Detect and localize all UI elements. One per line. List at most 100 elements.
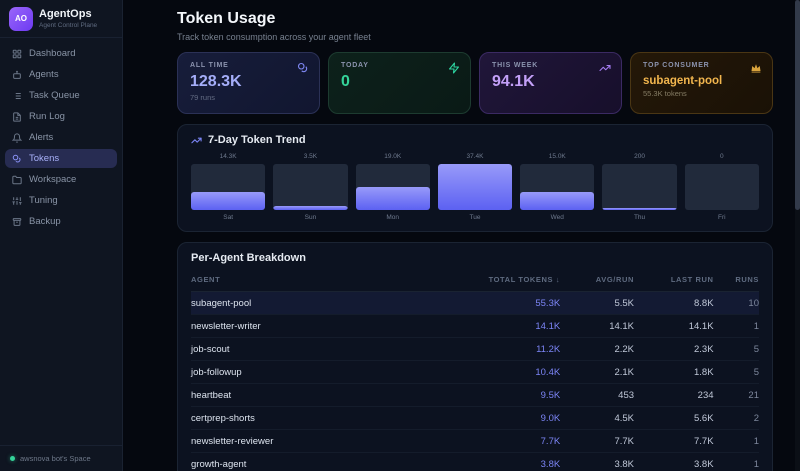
sidebar-item-task-queue[interactable]: Task Queue	[5, 86, 117, 105]
sidebar-item-label: Run Log	[29, 111, 65, 122]
chart-column[interactable]: 37.4K Tue	[437, 153, 513, 221]
sidebar-item-run-log[interactable]: Run Log	[5, 107, 117, 126]
online-status-dot	[10, 456, 15, 461]
avg-per-run: 2.2K	[560, 337, 635, 361]
table-row[interactable]: heartbeat 9.5K 453 234 21	[191, 383, 759, 407]
runs-count: 2	[713, 406, 759, 430]
agent-table: AGENT TOTAL TOKENS ↓ AVG/RUN LAST RUN RU…	[191, 271, 759, 471]
sidebar-nav: Dashboard Agents Task Queue Run Log Aler…	[0, 38, 122, 239]
scrollbar-thumb[interactable]	[795, 0, 800, 210]
runs-count: 21	[713, 383, 759, 407]
list-icon	[13, 92, 21, 99]
stat-sub: 55.3K tokens	[643, 89, 687, 98]
bar-day-label: Wed	[550, 214, 564, 221]
bar	[355, 186, 430, 210]
sidebar-item-agents[interactable]: Agents	[5, 65, 117, 84]
sidebar-item-label: Alerts	[29, 132, 54, 143]
bar-day-label: Mon	[386, 214, 400, 221]
last-run: 234	[634, 383, 714, 407]
chart-column[interactable]: 200 Thu	[602, 153, 677, 221]
bot-icon	[13, 70, 21, 79]
bar	[602, 208, 677, 210]
avg-per-run: 4.5K	[560, 406, 635, 430]
bar-day-label: Fri	[718, 214, 726, 221]
agent-name: job-followup	[191, 360, 464, 384]
table-header-row: AGENT TOTAL TOKENS ↓ AVG/RUN LAST RUN RU…	[191, 271, 759, 292]
page-title: Token Usage	[177, 10, 276, 27]
sidebar-item-label: Task Queue	[29, 90, 80, 101]
col-header-total-tokens[interactable]: TOTAL TOKENS ↓	[463, 271, 561, 292]
chart-column[interactable]: 19.0K Mon	[355, 153, 430, 221]
bar	[273, 205, 348, 210]
sidebar-item-dashboard[interactable]: Dashboard	[5, 44, 117, 63]
agent-name: job-scout	[191, 337, 464, 361]
stat-card-top-consumer[interactable]: TOP CONSUMER subagent-pool 55.3K tokens	[630, 52, 773, 114]
app-logo: AO	[9, 6, 33, 31]
table-row[interactable]: certprep-shorts 9.0K 4.5K 5.6K 2	[191, 406, 759, 430]
sidebar-footer: awsnova bot's Space	[0, 445, 122, 471]
bar-value-label: 14.3K	[219, 153, 237, 160]
avg-per-run: 7.7K	[560, 429, 635, 453]
sidebar-item-tokens[interactable]: Tokens	[5, 149, 117, 168]
bar-value-label: 15.0K	[548, 153, 566, 160]
chart-column[interactable]: 0 Fri	[684, 153, 759, 221]
last-run: 3.8K	[634, 452, 714, 471]
chart-column[interactable]: 15.0K Wed	[520, 153, 595, 221]
chart-column[interactable]: 3.5K Sun	[273, 153, 348, 221]
bar-track	[684, 164, 759, 210]
agent-name: certprep-shorts	[191, 406, 464, 430]
last-run: 7.7K	[634, 429, 714, 453]
total-tokens: 9.0K	[463, 406, 561, 430]
agent-name: subagent-pool	[191, 291, 464, 315]
stat-card-today[interactable]: TODAY 0	[328, 52, 471, 114]
agent-name: growth-agent	[191, 452, 464, 471]
sidebar: AO AgentOps Agent Control Plane Dashboar…	[0, 0, 123, 471]
chart-column[interactable]: 14.3K Sat	[191, 153, 266, 221]
total-tokens: 55.3K	[463, 291, 561, 315]
zap-icon	[448, 62, 460, 74]
sidebar-item-workspace[interactable]: Workspace	[5, 170, 117, 189]
dashboard-grid-icon	[12, 49, 22, 58]
page-scrollbar[interactable]	[795, 0, 800, 471]
table-row[interactable]: job-scout 11.2K 2.2K 2.3K 5	[191, 337, 759, 361]
table-row[interactable]: subagent-pool 55.3K 5.5K 8.8K 10	[191, 291, 759, 315]
total-tokens: 7.7K	[463, 429, 561, 453]
stat-value: 128.3K	[190, 73, 242, 90]
total-tokens: 3.8K	[463, 452, 561, 471]
col-header-avg-run[interactable]: AVG/RUN	[560, 271, 635, 292]
bar-value-label: 19.0K	[384, 153, 402, 160]
sidebar-item-backup[interactable]: Backup	[5, 212, 117, 231]
total-tokens: 11.2K	[463, 337, 561, 361]
runs-count: 1	[713, 429, 759, 453]
col-header-last-run[interactable]: LAST RUN	[634, 271, 714, 292]
runs-count: 5	[713, 337, 759, 361]
file-text-icon	[13, 111, 21, 122]
folder-icon	[12, 175, 22, 184]
crown-icon	[751, 64, 761, 73]
bar-track	[602, 164, 677, 210]
agent-name: newsletter-writer	[191, 314, 464, 338]
sidebar-item-tuning[interactable]: Tuning	[5, 191, 117, 210]
avg-per-run: 14.1K	[560, 314, 635, 338]
col-header-agent[interactable]: AGENT	[191, 271, 464, 292]
table-row[interactable]: newsletter-reviewer 7.7K 7.7K 7.7K 1	[191, 429, 759, 453]
runs-count: 1	[713, 452, 759, 471]
stat-label: TODAY	[341, 62, 369, 69]
avg-per-run: 3.8K	[560, 452, 635, 471]
table-row[interactable]: job-followup 10.4K 2.1K 1.8K 5	[191, 360, 759, 384]
stat-card-this-week[interactable]: THIS WEEK 94.1K	[479, 52, 622, 114]
stat-card-all-time[interactable]: ALL TIME 128.3K 79 runs	[177, 52, 320, 114]
table-row[interactable]: newsletter-writer 14.1K 14.1K 14.1K 1	[191, 314, 759, 338]
stat-label: ALL TIME	[190, 62, 229, 69]
sliders-icon	[12, 196, 22, 205]
stat-value: subagent-pool	[643, 75, 723, 87]
col-header-runs[interactable]: RUNS	[713, 271, 759, 292]
sidebar-item-alerts[interactable]: Alerts	[5, 128, 117, 147]
space-name: awsnova bot's Space	[20, 454, 91, 463]
total-tokens: 14.1K	[463, 314, 561, 338]
bar-track	[191, 164, 266, 210]
bar-value-label: 200	[634, 153, 645, 160]
last-run: 1.8K	[634, 360, 714, 384]
table-row[interactable]: growth-agent 3.8K 3.8K 3.8K 1	[191, 452, 759, 471]
bar	[191, 192, 266, 210]
